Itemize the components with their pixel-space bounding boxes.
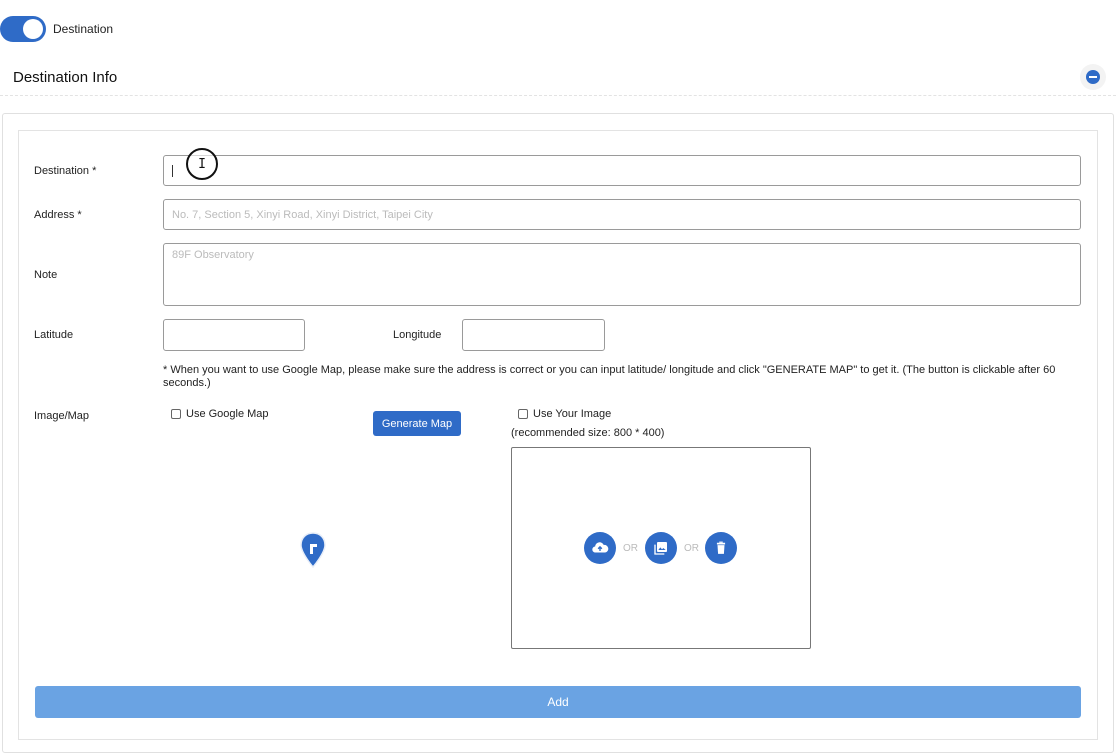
use-your-image-label: Use Your Image [533,408,612,420]
note-placeholder: 89F Observatory [172,249,254,261]
longitude-input[interactable] [462,319,605,351]
latitude-input[interactable] [163,319,305,351]
map-pin-icon [300,532,326,573]
image-map-label: Image/Map [34,410,90,422]
delete-image-button[interactable] [705,532,737,564]
gallery-button[interactable] [645,532,677,564]
add-button[interactable]: Add [35,686,1081,718]
address-input[interactable]: No. 7, Section 5, Xinyi Road, Xinyi Dist… [163,199,1081,230]
text-cursor-icon: I [186,148,218,180]
use-google-map-label: Use Google Map [186,408,269,420]
use-google-map-option[interactable]: Use Google Map [171,408,269,420]
destination-toggle[interactable] [0,16,46,42]
latitude-label: Latitude [34,329,74,341]
use-your-image-option[interactable]: Use Your Image [518,408,611,420]
address-label: Address * [34,209,82,221]
note-textarea[interactable]: 89F Observatory [163,243,1081,306]
note-label: Note [34,269,58,281]
text-caret [172,164,173,177]
destination-input[interactable] [163,155,1081,186]
section-header: Destination Info [0,60,1116,96]
address-placeholder: No. 7, Section 5, Xinyi Road, Xinyi Dist… [172,208,433,221]
upload-button[interactable] [584,532,616,564]
image-icon [654,542,667,555]
use-your-image-checkbox[interactable] [518,409,528,419]
or-separator-1: OR [623,543,638,554]
or-separator-2: OR [684,543,699,554]
destination-label: Destination * [34,165,97,177]
image-upload-area[interactable]: OR OR [511,447,811,649]
collapse-button[interactable] [1080,64,1106,90]
google-map-hint: * When you want to use Google Map, pleas… [163,364,1056,389]
longitude-label: Longitude [393,329,442,341]
recommended-size-note: (recommended size: 800 * 400) [511,427,665,439]
trash-icon [716,541,726,554]
section-title: Destination Info [13,69,118,86]
minus-circle-icon [1086,70,1100,84]
destination-toggle-row: Destination [0,16,113,42]
generate-map-button[interactable]: Generate Map [373,411,461,436]
use-google-map-checkbox[interactable] [171,409,181,419]
toggle-label: Destination [53,22,114,36]
toggle-knob [23,19,43,39]
upload-cloud-icon [592,542,609,553]
